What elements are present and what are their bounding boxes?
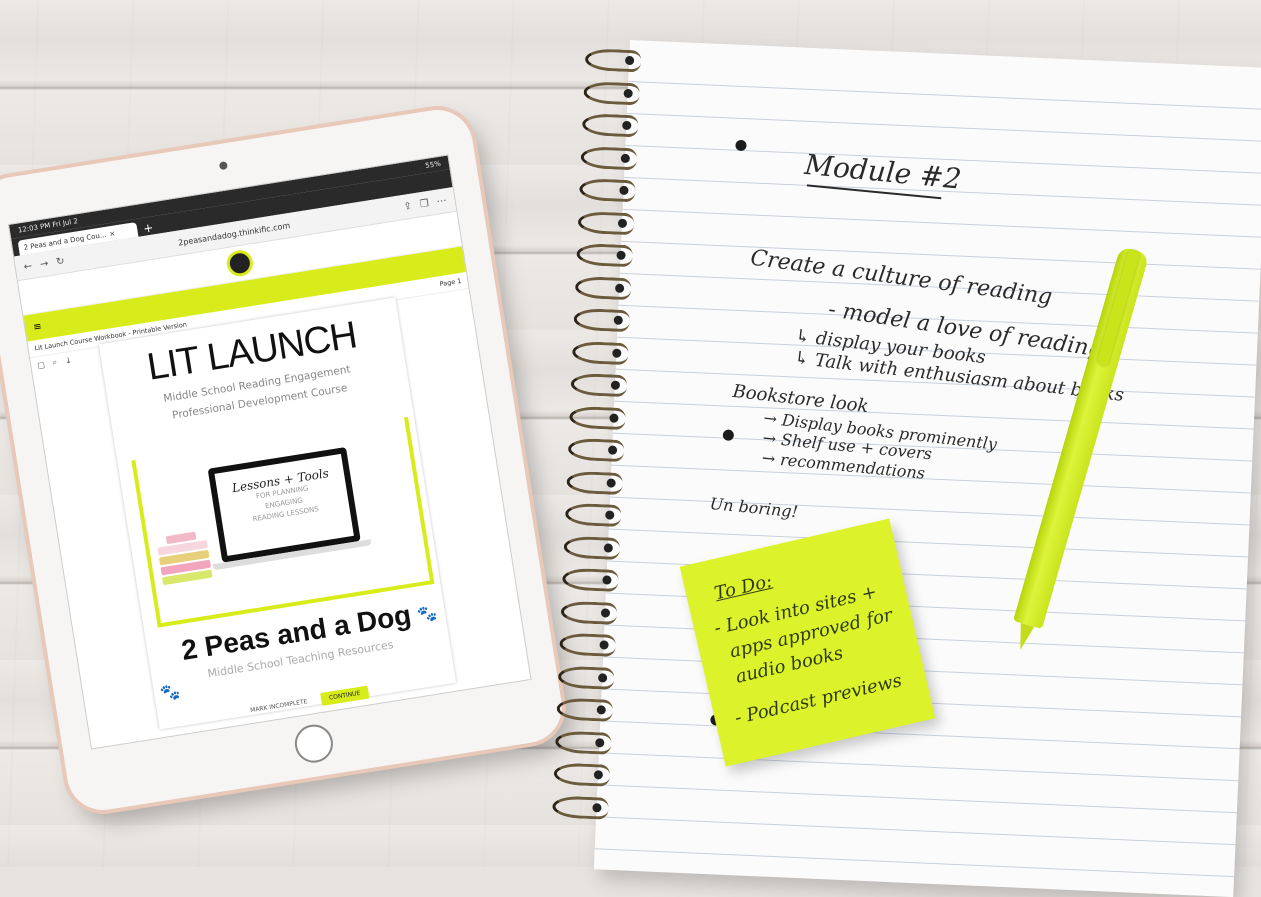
spiral-notebook: Module #2 Create a culture of reading - … xyxy=(552,40,1261,897)
download-icon[interactable]: ↓ xyxy=(64,355,72,365)
spiral-hole xyxy=(595,737,605,748)
camera-icon xyxy=(218,161,228,171)
ipad-tablet: 12:03 PM Fri Jul 2 55% 2 Peas and a Dog … xyxy=(0,104,567,816)
spiral-hole xyxy=(614,283,625,293)
paw-icon: 🐾 xyxy=(415,602,439,625)
search-icon[interactable]: ⌕ xyxy=(52,357,58,368)
close-icon[interactable]: × xyxy=(109,229,116,238)
notebook-title: Module #2 xyxy=(803,147,963,196)
menu-icon[interactable]: ≡ xyxy=(32,321,42,333)
site-logo[interactable] xyxy=(224,248,255,279)
punch-hole xyxy=(722,429,735,441)
spiral-hole xyxy=(609,412,619,423)
paw-icon: 🐾 xyxy=(158,681,182,703)
workbook-page: LIT LAUNCH Middle School Reading Engagem… xyxy=(98,297,457,730)
page-indicator: Page 1 xyxy=(439,276,462,289)
cover-frame: Lessons + Tools FOR PLANNING ENGAGING RE… xyxy=(131,416,435,628)
note-line: Un boring! xyxy=(708,493,799,522)
spiral-hole xyxy=(597,672,608,683)
reload-icon[interactable]: ↻ xyxy=(55,255,65,267)
book-stack xyxy=(156,530,214,592)
sidebar-toggle-icon[interactable]: ▢ xyxy=(37,360,46,370)
spiral-hole xyxy=(612,348,622,358)
note-line: Create a culture of reading xyxy=(748,245,1054,311)
spiral-hole xyxy=(600,607,611,618)
spiral-hole xyxy=(620,153,631,163)
spiral-hole xyxy=(617,218,628,228)
home-button[interactable] xyxy=(292,721,336,766)
punch-hole xyxy=(735,139,747,152)
spiral-hole xyxy=(603,542,614,553)
back-icon[interactable]: ← xyxy=(23,260,33,272)
spiral-hole xyxy=(606,477,616,488)
sticky-title: To Do: xyxy=(712,570,775,605)
battery-status: 55% xyxy=(424,159,442,171)
spiral-hole xyxy=(592,802,602,812)
new-tab-icon[interactable]: + xyxy=(142,220,154,235)
spiral-hole xyxy=(623,88,633,98)
tabs-icon[interactable]: ❐ xyxy=(419,198,430,210)
share-icon[interactable]: ⇪ xyxy=(403,200,413,212)
tablet-screen: 12:03 PM Fri Jul 2 55% 2 Peas and a Dog … xyxy=(7,154,532,750)
pen-tip xyxy=(1013,622,1035,652)
more-icon[interactable]: ⋯ xyxy=(436,195,448,207)
forward-icon[interactable]: → xyxy=(39,258,49,270)
